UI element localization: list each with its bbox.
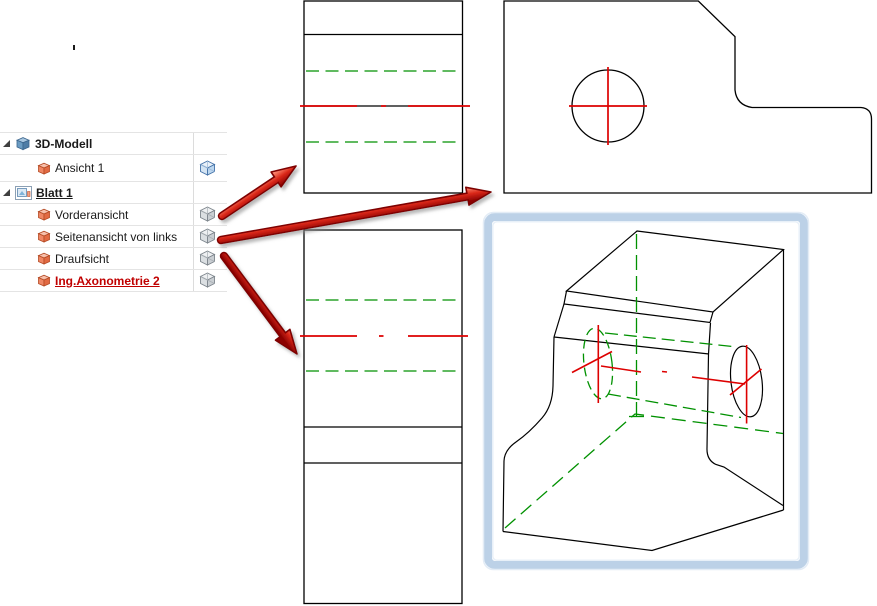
tree-row-blatt-1[interactable]: Blatt 1 xyxy=(0,182,227,204)
iso-visible-edges xyxy=(502,230,785,552)
selection-frame xyxy=(484,213,808,569)
tree-label: Seitenansicht von links xyxy=(55,229,178,244)
tree-label: 3D-Modell xyxy=(35,136,93,151)
tree-row-ansicht-1[interactable]: Ansicht 1 xyxy=(0,155,227,182)
drawing-sheet xyxy=(216,0,873,605)
view-front[interactable] xyxy=(503,0,873,194)
gray-wireframe-cube-icon[interactable] xyxy=(199,272,216,289)
cad-workspace: 3D-Modell Ansicht 1 Blatt 1 Vorderansich… xyxy=(0,0,877,606)
center-cross xyxy=(569,67,647,145)
view-cube-icon xyxy=(37,252,51,265)
sheet-icon xyxy=(15,185,32,200)
tree-row-ing-axonometrie-2[interactable]: Ing.Axonometrie 2 xyxy=(0,270,227,292)
browser-tree: 3D-Modell Ansicht 1 Blatt 1 Vorderansich… xyxy=(0,132,227,292)
arrow-to-front-view xyxy=(216,186,492,245)
tree-label: Ansicht 1 xyxy=(55,161,105,175)
arrow-to-top-view xyxy=(219,251,298,355)
iso-hidden-lines xyxy=(504,234,784,529)
tree-label: Blatt 1 xyxy=(36,185,73,200)
view-outline xyxy=(303,0,464,194)
view-side[interactable] xyxy=(300,0,470,194)
part-model-icon xyxy=(15,136,31,151)
view-cube-icon xyxy=(37,274,51,287)
view-axonometric-selected[interactable] xyxy=(482,211,810,571)
gray-wireframe-cube-icon[interactable] xyxy=(199,250,216,267)
annotation-arrows xyxy=(216,165,492,355)
expand-triangle-icon[interactable] xyxy=(2,139,11,148)
tree-label: Vorderansicht xyxy=(55,207,129,222)
hidden-lines xyxy=(306,299,460,372)
selection-frame-outer-edge xyxy=(482,211,810,571)
tree-label-highlighted: Ing.Axonometrie 2 xyxy=(55,273,160,288)
tree-label: Draufsicht xyxy=(55,251,110,266)
tree-row-3d-modell[interactable]: 3D-Modell xyxy=(0,133,227,155)
iso-centerlines xyxy=(571,325,763,424)
tree-row-vorderansicht[interactable]: Vorderansicht xyxy=(0,204,227,226)
view-outline xyxy=(503,0,873,194)
stray-mark xyxy=(73,45,75,50)
gray-wireframe-cube-icon[interactable] xyxy=(199,206,216,223)
tree-row-draufsicht[interactable]: Draufsicht xyxy=(0,248,227,270)
view-outline xyxy=(303,229,463,605)
view-cube-icon xyxy=(37,208,51,221)
view-top[interactable] xyxy=(300,229,468,605)
selection-frame-inner-edge xyxy=(492,221,800,561)
view-cube-icon xyxy=(37,162,51,175)
hidden-lines xyxy=(306,70,461,143)
arrow-to-side-view xyxy=(217,165,297,221)
blue-wireframe-cube-icon[interactable] xyxy=(199,159,216,177)
tree-row-seitenansicht[interactable]: Seitenansicht von links xyxy=(0,226,227,248)
hole-circle xyxy=(571,69,645,143)
view-cube-icon xyxy=(37,230,51,243)
expand-triangle-icon[interactable] xyxy=(2,188,11,197)
gray-wireframe-cube-icon[interactable] xyxy=(199,228,216,245)
